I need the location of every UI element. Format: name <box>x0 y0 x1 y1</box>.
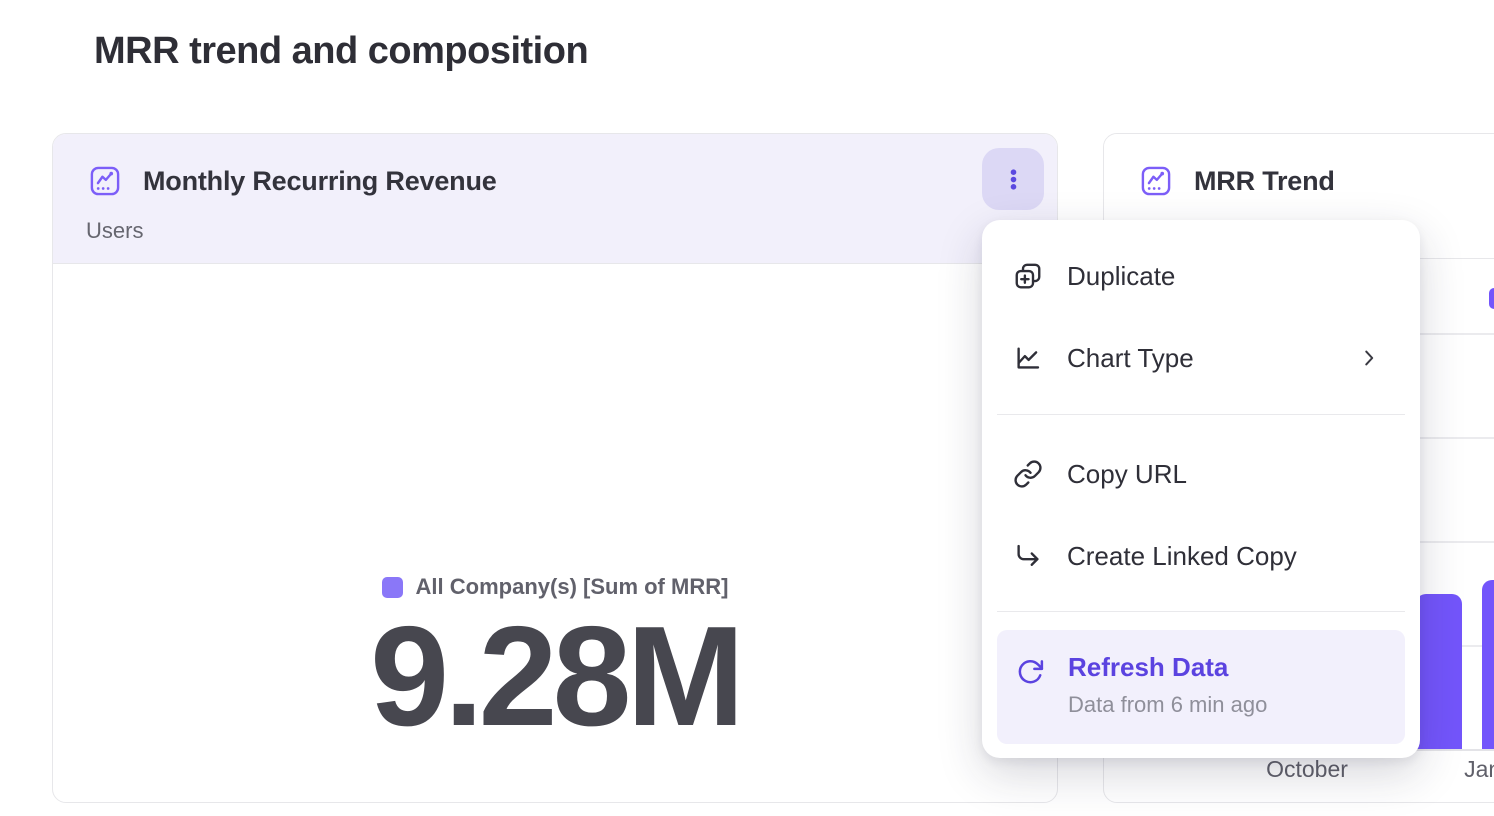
trend-bar-december[interactable] <box>1416 594 1462 749</box>
legend-swatch <box>382 577 403 598</box>
chevron-right-icon <box>1358 347 1380 369</box>
trend-x-label: October <box>1266 756 1348 783</box>
dashboard-page: MRR trend and composition Monthly Recurr… <box>0 0 1494 816</box>
context-menu: Duplicate Chart Type <box>982 220 1420 758</box>
menu-item-label: Duplicate <box>1067 261 1175 292</box>
menu-item-refresh-data[interactable]: Refresh Data Data from 6 min ago <box>997 630 1405 744</box>
mrr-card-title: Monthly Recurring Revenue <box>143 166 497 197</box>
page-title: MRR trend and composition <box>94 30 588 73</box>
corner-down-right-arrow-icon <box>1013 541 1043 571</box>
refresh-data-timestamp: Data from 6 min ago <box>1068 692 1267 718</box>
big-number-value: 9.28M <box>53 606 1057 748</box>
menu-divider <box>997 611 1405 612</box>
combo-chart-icon <box>88 164 122 198</box>
mrr-card: Monthly Recurring Revenue Users All Comp… <box>52 133 1058 803</box>
menu-item-label: Copy URL <box>1067 459 1187 490</box>
trend-x-label: January <box>1464 756 1494 783</box>
menu-divider <box>997 414 1405 415</box>
card-menu-button[interactable] <box>982 148 1044 210</box>
mrr-card-header: Monthly Recurring Revenue Users <box>53 134 1057 264</box>
line-chart-icon <box>1013 343 1043 373</box>
menu-item-copy-url[interactable]: Copy URL <box>982 432 1420 516</box>
trend-bar-january[interactable] <box>1482 580 1494 749</box>
menu-item-label: Create Linked Copy <box>1067 541 1297 572</box>
kebab-vertical-icon <box>1000 166 1027 193</box>
refresh-data-label: Refresh Data <box>1068 652 1228 683</box>
refresh-circular-arrow-icon <box>1015 657 1045 687</box>
duplicate-plus-icon <box>1013 261 1043 291</box>
link-icon <box>1013 459 1043 489</box>
menu-item-label: Chart Type <box>1067 343 1194 374</box>
menu-item-create-linked-copy[interactable]: Create Linked Copy <box>982 514 1420 598</box>
mrr-card-subtitle: Users <box>86 218 143 244</box>
menu-item-chart-type[interactable]: Chart Type <box>982 316 1420 400</box>
menu-item-duplicate[interactable]: Duplicate <box>982 236 1420 316</box>
